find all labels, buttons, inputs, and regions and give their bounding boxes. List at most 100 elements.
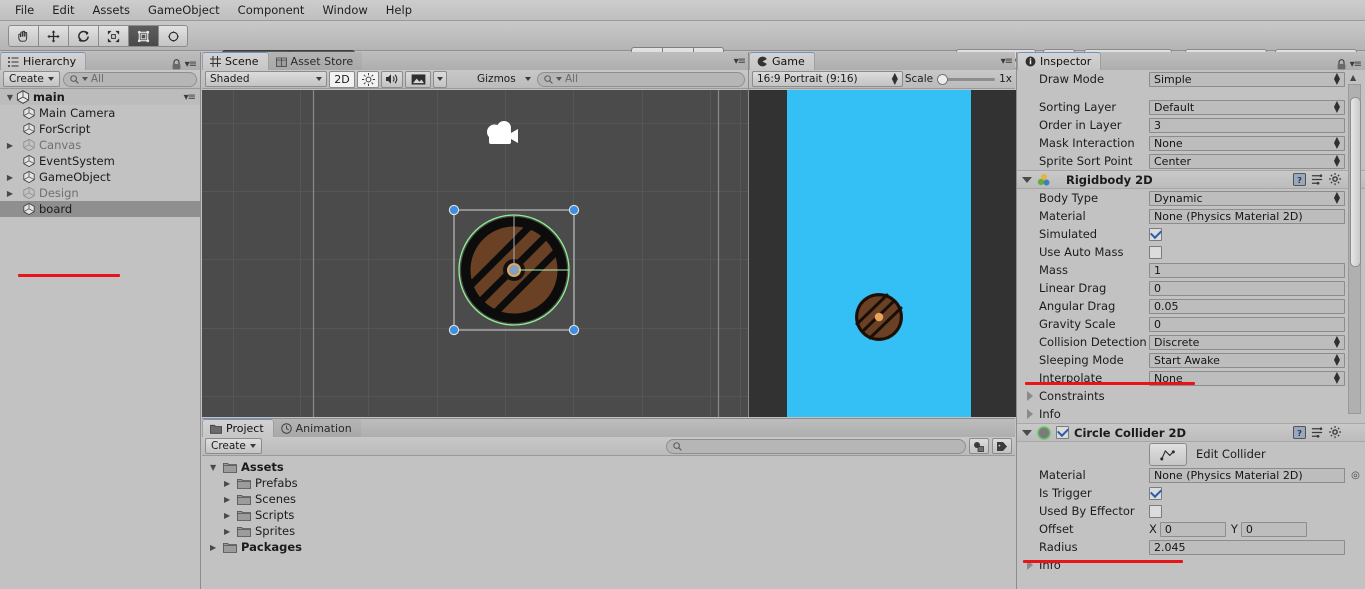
project-item-packages[interactable]: ▶ Packages [202,539,1015,555]
tab-inspector[interactable]: Inspector [1017,52,1102,70]
aspect-ratio-dropdown[interactable]: 16:9 Portrait (9:16) ▲ ▼ [752,71,903,87]
body-type-dropdown[interactable]: Dynamic ▲ ▼ [1149,190,1345,206]
offset-y-input[interactable]: 0 [1240,521,1307,537]
menu-item-edit[interactable]: Edit [43,1,83,19]
radius-input[interactable]: 2.045 [1149,539,1345,555]
project-item-assets[interactable]: ▼ Assets [202,459,1015,475]
used-by-effector-checkbox[interactable] [1149,504,1162,518]
scene-effects-button[interactable] [405,70,431,88]
preset-icon[interactable] [1311,173,1324,186]
move-tool-button[interactable] [38,25,68,47]
linear-drag-input[interactable]: 0 [1149,280,1345,296]
object-picker-icon[interactable]: ◎ [1345,470,1365,481]
hierarchy-options-icon[interactable]: ▾≡ [185,59,197,70]
transform-tool-button[interactable] [158,25,188,47]
rigidbody-info-foldout[interactable]: Info [1017,405,1365,423]
scroll-up-arrow-icon[interactable]: ▲ [1350,73,1356,82]
scrollbar-thumb[interactable] [1350,97,1361,267]
menu-item-window[interactable]: Window [313,1,376,19]
scene-options-icon[interactable]: ▾≡ [734,56,746,67]
draw-mode-dropdown[interactable]: Simple ▲ ▼ [1149,71,1345,87]
sprite-sort-point-dropdown[interactable]: Center ▲ ▼ [1149,153,1345,169]
hierarchy-item-forscript[interactable]: ▶ ForScript [0,121,200,137]
game-options-icon[interactable]: ▾≡ [1001,56,1013,67]
tab-hierarchy[interactable]: Hierarchy [0,52,87,70]
expand-arrow-icon[interactable]: ▶ [4,173,16,182]
expand-arrow-icon[interactable]: ▶ [224,527,237,536]
hierarchy-scene-row[interactable]: ▼ main ▾≡ [0,89,200,105]
game-scale-slider[interactable]: Scale 1x [905,73,1012,85]
edit-collider-button[interactable] [1149,442,1187,466]
hierarchy-item-canvas[interactable]: ▶ Canvas [0,137,200,153]
is-trigger-checkbox[interactable] [1149,486,1162,500]
circle-collider-2d-header[interactable]: Circle Collider 2D ? [1017,423,1365,442]
collision-detection-dropdown[interactable]: Discrete ▲ ▼ [1149,334,1345,350]
scene-canvas[interactable] [202,90,748,417]
2d-toggle-button[interactable]: 2D [329,70,355,88]
scene-lighting-button[interactable] [357,70,379,88]
shading-mode-dropdown[interactable]: Shaded [205,71,327,87]
tab-animation[interactable]: Animation [273,419,361,437]
mask-interaction-dropdown[interactable]: None ▲ ▼ [1149,135,1345,151]
angular-drag-input[interactable]: 0.05 [1149,298,1345,314]
scene-search-input[interactable]: All [537,71,745,87]
menu-item-help[interactable]: Help [377,1,421,19]
hierarchy-item-main-camera[interactable]: ▶ Main Camera [0,105,200,121]
menu-item-gameobject[interactable]: GameObject [139,1,229,19]
sorting-layer-dropdown[interactable]: Default ▲ ▼ [1149,99,1345,115]
mass-input[interactable]: 1 [1149,262,1345,278]
offset-x-input[interactable]: 0 [1159,521,1226,537]
gizmos-dropdown[interactable]: Gizmos [473,71,535,87]
project-filter-type-button[interactable] [969,438,989,454]
simulated-checkbox[interactable] [1149,227,1162,241]
rigidbody-constraints-foldout[interactable]: Constraints [1017,387,1365,405]
expand-arrow-icon[interactable]: ▶ [4,141,16,150]
project-item-sprites[interactable]: ▶ Sprites [202,523,1015,539]
expand-arrow-icon[interactable]: ▶ [210,543,223,552]
lock-icon[interactable] [172,59,181,70]
scale-slider-knob[interactable] [937,73,949,85]
foldout-arrow-icon[interactable] [1022,176,1032,183]
expand-arrow-icon[interactable]: ▶ [224,495,237,504]
expand-arrow-icon[interactable]: ▼ [210,463,223,472]
circle-collider-enabled-checkbox[interactable] [1056,426,1069,439]
project-item-prefabs[interactable]: ▶ Prefabs [202,475,1015,491]
project-search-input[interactable] [666,438,966,454]
hierarchy-item-design[interactable]: ▶ Design [0,185,200,201]
tab-scene[interactable]: Scene [202,52,269,70]
hierarchy-create-button[interactable]: Create [3,71,60,87]
use-auto-mass-checkbox[interactable] [1149,245,1162,259]
project-item-scenes[interactable]: ▶ Scenes [202,491,1015,507]
hierarchy-item-gameobject[interactable]: ▶ GameObject [0,169,200,185]
gear-icon[interactable] [1329,173,1342,186]
expand-arrow-icon[interactable]: ▶ [224,511,237,520]
expand-arrow-icon[interactable]: ▼ [4,93,16,102]
menu-item-assets[interactable]: Assets [84,1,139,19]
rigidbody-2d-header[interactable]: Rigidbody 2D ? [1017,170,1365,189]
game-canvas[interactable] [749,90,1016,417]
project-create-button[interactable]: Create [205,438,262,454]
foldout-arrow-icon[interactable] [1022,429,1032,436]
gravity-scale-input[interactable]: 0 [1149,316,1345,332]
hierarchy-item-eventsystem[interactable]: ▶ EventSystem [0,153,200,169]
circle-collider-info-foldout[interactable]: Info [1017,556,1365,574]
tab-game[interactable]: Game [749,52,815,70]
scale-tool-button[interactable] [98,25,128,47]
rotate-tool-button[interactable] [68,25,98,47]
project-filter-label-button[interactable] [992,438,1012,454]
material-object-field[interactable]: None (Physics Material 2D) [1149,467,1345,483]
tab-asset-store[interactable]: Asset Store [268,52,363,70]
gear-icon[interactable] [1329,426,1342,439]
scene-audio-button[interactable] [381,70,403,88]
hierarchy-search-input[interactable]: All [62,71,197,87]
hierarchy-item-board[interactable]: ▶ board [0,201,200,217]
help-icon[interactable]: ? [1293,426,1306,439]
menu-item-component[interactable]: Component [229,1,314,19]
expand-arrow-icon[interactable]: ▶ [4,189,16,198]
project-item-scripts[interactable]: ▶ Scripts [202,507,1015,523]
scene-effects-dropdown[interactable] [433,70,447,88]
hand-tool-button[interactable] [8,25,38,47]
inspector-options-icon[interactable]: ▾≡ [1350,59,1362,70]
rect-tool-button[interactable] [128,25,158,47]
sleeping-mode-dropdown[interactable]: Start Awake ▲ ▼ [1149,352,1345,368]
